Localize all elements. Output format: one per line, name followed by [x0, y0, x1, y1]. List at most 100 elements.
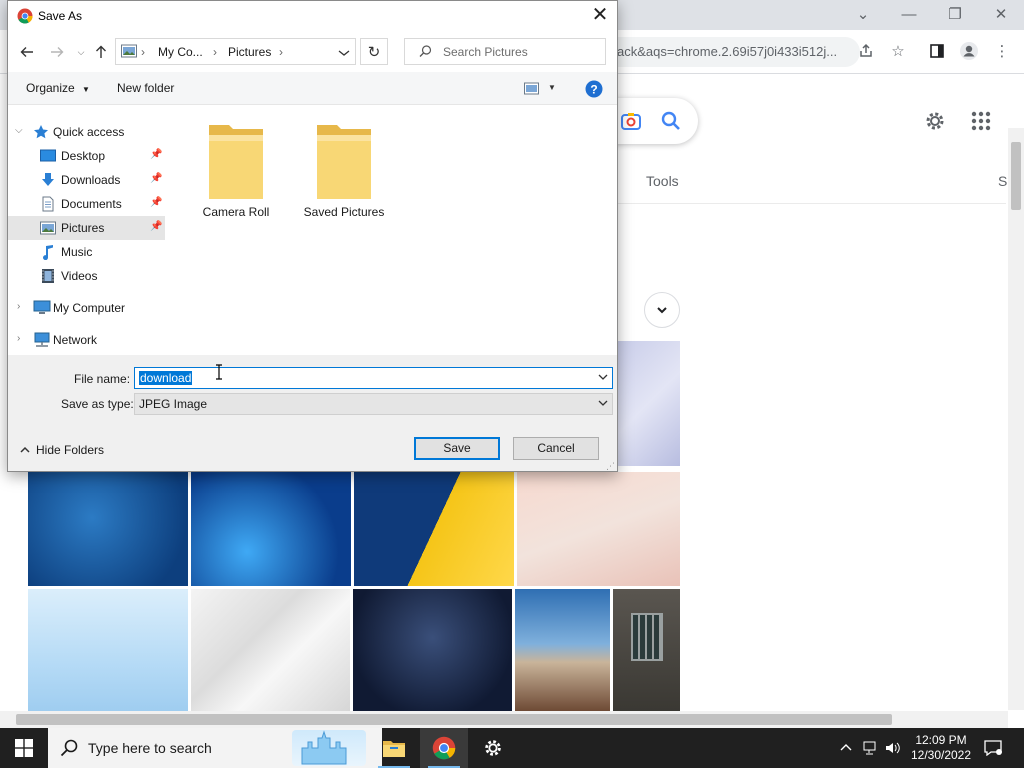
tree-item-documents[interactable]: Documents 📌	[8, 192, 165, 216]
refresh-icon[interactable]: ↻	[360, 38, 388, 65]
taskbar-chrome-icon[interactable]	[420, 728, 468, 768]
cancel-button[interactable]: Cancel	[513, 437, 599, 460]
address-bar-text: ack&aqs=chrome.2.69i57j0i433i512j...	[617, 44, 838, 59]
save-button[interactable]: Save	[414, 437, 500, 460]
search-magnifier-icon	[419, 45, 432, 61]
bookmark-star-icon[interactable]: ☆	[887, 40, 909, 62]
breadcrumb-separator: ›	[141, 45, 145, 59]
image-result[interactable]	[28, 472, 188, 586]
tree-collapsed-arrow-icon[interactable]: ›	[17, 333, 20, 344]
page-horizontal-scroll-thumb[interactable]	[16, 714, 892, 725]
forward-arrow-icon[interactable]	[46, 41, 68, 63]
share-icon[interactable]	[855, 40, 877, 62]
tree-item-desktop[interactable]: Desktop 📌	[8, 144, 165, 168]
dialog-close-icon[interactable]: ✕	[586, 4, 614, 28]
image-result[interactable]	[28, 589, 188, 711]
image-result[interactable]	[191, 589, 350, 711]
chrome-logo-icon	[17, 8, 33, 27]
restore-icon[interactable]: ❐	[940, 4, 970, 26]
image-result[interactable]	[517, 472, 680, 586]
help-icon[interactable]: ?	[585, 80, 603, 101]
pin-icon: 📌	[150, 173, 163, 184]
settings-gear-icon[interactable]	[923, 109, 947, 136]
search-pictures-input[interactable]: Search Pictures	[404, 38, 606, 65]
tree-item-pictures[interactable]: Pictures 📌	[8, 216, 165, 240]
text-cursor-icon	[215, 364, 223, 384]
folder-label: Saved Pictures	[303, 205, 385, 219]
tree-item-downloads[interactable]: Downloads 📌	[8, 168, 165, 192]
breadcrumb-pictures[interactable]: Pictures	[228, 45, 271, 59]
image-result[interactable]	[613, 589, 680, 711]
volume-speaker-icon[interactable]	[883, 738, 903, 758]
address-breadcrumb[interactable]: › My Co... › Pictures ›	[115, 38, 356, 65]
start-windows-icon[interactable]	[0, 728, 48, 768]
page-vertical-scroll-thumb[interactable]	[1011, 142, 1021, 210]
tree-item-my-computer[interactable]: › My Computer	[8, 296, 165, 320]
chevron-up-icon	[20, 443, 30, 457]
file-name-dropdown-icon[interactable]	[597, 370, 609, 387]
tree-item-music[interactable]: Music	[8, 240, 165, 264]
desktop-icon	[40, 148, 56, 164]
search-highlight-castle-icon[interactable]	[292, 730, 366, 766]
breadcrumb-my-computer[interactable]: My Co...	[158, 45, 203, 59]
computer-icon	[33, 300, 51, 316]
image-result[interactable]	[191, 472, 351, 586]
file-name-input[interactable]: download	[134, 367, 613, 389]
organize-menu-button[interactable]: Organize ▼	[26, 81, 90, 95]
chrome-menu-icon[interactable]: ⋮	[991, 40, 1013, 62]
taskbar-clock[interactable]: 12:09 PM 12/30/2022	[904, 733, 978, 763]
tree-expanded-arrow-icon[interactable]: ⌵	[15, 125, 23, 136]
safesearch-partial-label[interactable]: S	[998, 173, 1007, 189]
camera-search-icon[interactable]	[620, 110, 642, 135]
image-result[interactable]	[354, 472, 514, 586]
save-as-type-select[interactable]: JPEG Image	[134, 393, 613, 415]
taskbar-search-icon	[60, 739, 78, 760]
recent-locations-chevron-icon[interactable]: ⌵	[70, 41, 92, 63]
google-apps-icon[interactable]	[970, 110, 992, 135]
organize-label: Organize	[26, 81, 75, 95]
address-dropdown-chevron-icon[interactable]	[338, 47, 350, 61]
folder-icon	[209, 125, 263, 199]
view-options-icon[interactable]	[524, 82, 540, 98]
minimize-icon[interactable]: —	[894, 4, 924, 26]
folder-saved-pictures[interactable]: Saved Pictures	[289, 119, 399, 219]
hide-folders-button[interactable]: Hide Folders	[20, 443, 104, 457]
taskbar-file-explorer-icon[interactable]	[370, 728, 418, 768]
tools-tab[interactable]: Tools	[646, 173, 679, 189]
view-dropdown-icon[interactable]: ▼	[548, 83, 556, 92]
close-window-icon[interactable]: ✕	[986, 4, 1016, 26]
folder-content-pane: Camera Roll Saved Pictures	[165, 105, 617, 355]
tree-item-videos[interactable]: Videos	[8, 264, 165, 288]
resize-grip-icon[interactable]: ⋰	[606, 461, 615, 472]
music-note-icon	[40, 244, 56, 261]
dialog-navigation-bar: ⌵ › My Co... › Pictures › ↻ Search Pictu…	[8, 32, 617, 72]
back-arrow-icon[interactable]	[16, 41, 38, 63]
pin-icon: 📌	[150, 149, 163, 160]
taskbar-search-box[interactable]: Type here to search	[48, 728, 382, 768]
tree-item-quick-access[interactable]: ⌵ Quick access	[8, 120, 165, 144]
notifications-icon[interactable]	[983, 738, 1003, 758]
profile-avatar-icon[interactable]	[958, 40, 980, 62]
expand-chevron-button[interactable]	[644, 292, 680, 328]
tree-item-network[interactable]: › Network	[8, 328, 165, 352]
save-as-type-dropdown-icon[interactable]	[597, 396, 609, 413]
search-icon[interactable]	[660, 110, 682, 135]
image-result[interactable]	[515, 589, 610, 711]
new-folder-button[interactable]: New folder	[117, 81, 174, 95]
page-vertical-scrollbar[interactable]	[1008, 128, 1024, 710]
pin-icon: 📌	[150, 221, 163, 232]
network-status-icon[interactable]	[861, 738, 881, 758]
tree-label: Downloads	[61, 173, 121, 187]
image-result[interactable]	[617, 341, 680, 466]
pin-icon: 📌	[150, 197, 163, 208]
dialog-command-bar: Organize ▼ New folder ▼ ?	[8, 72, 617, 105]
up-arrow-icon[interactable]	[90, 41, 112, 63]
tree-collapsed-arrow-icon[interactable]: ›	[17, 301, 20, 312]
taskbar-settings-gear-icon[interactable]	[469, 728, 517, 768]
film-icon	[40, 268, 56, 284]
tab-search-icon[interactable]: ⌄	[848, 4, 878, 26]
show-hidden-icons-chevron-icon[interactable]	[836, 738, 856, 758]
folder-camera-roll[interactable]: Camera Roll	[181, 119, 291, 219]
side-panel-icon[interactable]	[926, 40, 948, 62]
image-result[interactable]	[353, 589, 512, 711]
